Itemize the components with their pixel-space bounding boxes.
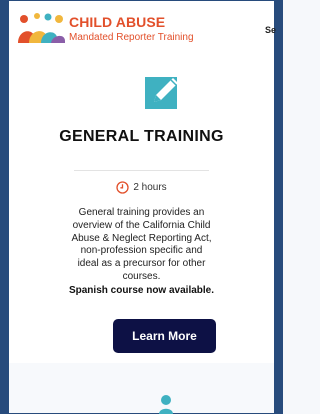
description-line: ideal as a precursor for other	[77, 258, 206, 270]
clock-icon	[116, 181, 129, 194]
logo-icon[interactable]	[17, 11, 67, 47]
spanish-course-note: Spanish course now available.	[68, 285, 215, 296]
brand-subtitle[interactable]: Mandated Reporter Training	[69, 32, 194, 43]
person-icon	[159, 395, 173, 414]
duration-text: 2 hours	[133, 182, 167, 193]
description-line: courses.	[122, 270, 161, 282]
description-line: overview of the California Child	[72, 219, 211, 231]
description-line: Abuse & Neglect Reporting Act,	[71, 232, 212, 244]
course-description: General training provides an overview of…	[9, 207, 274, 284]
edit-icon	[145, 77, 178, 109]
duration-row: 2 hours	[9, 181, 274, 194]
nav-item-truncated[interactable]: Se	[265, 25, 276, 35]
description-line: non-profession specific and	[80, 245, 203, 257]
course-card: GENERAL TRAINING 2 hours General trainin…	[9, 53, 274, 363]
description-line: General training provides an	[78, 207, 205, 218]
divider	[74, 170, 209, 171]
brand-title[interactable]: CHILD ABUSE	[69, 14, 165, 30]
card-title: GENERAL TRAINING	[59, 128, 224, 145]
learn-more-button[interactable]: Learn More	[113, 319, 216, 353]
site-header: CHILD ABUSE Mandated Reporter Training S…	[9, 1, 276, 53]
